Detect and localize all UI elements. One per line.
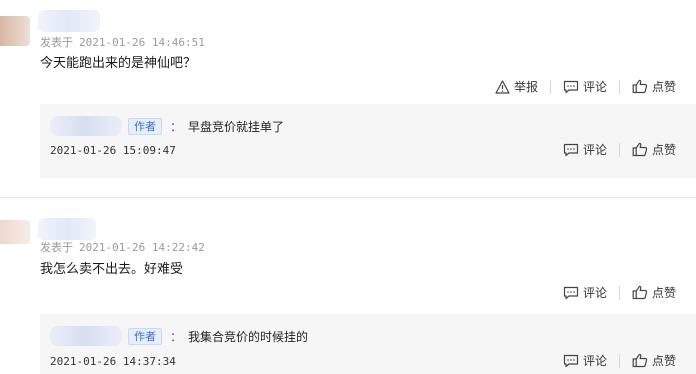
thumbs-up-icon [632, 353, 648, 368]
divider [618, 353, 620, 368]
published-label: 发表于 [40, 241, 73, 254]
reply-header: 作者 ： 我集合竞价的时候挂的 [50, 326, 308, 346]
divider [618, 79, 620, 94]
thumbs-up-icon [632, 285, 648, 300]
comment-button[interactable]: 评论 [563, 78, 607, 95]
published-label: 发表于 [40, 36, 73, 49]
comment-timestamp: 2021-01-26 14:22:42 [79, 241, 205, 254]
avatar[interactable] [0, 16, 30, 46]
reply-colon: ： [170, 119, 183, 134]
report-button[interactable]: 举报 [495, 78, 538, 95]
divider [549, 79, 551, 94]
like-button[interactable]: 点赞 [632, 78, 676, 95]
reply-colon: ： [170, 329, 183, 344]
reply-actions: 评论 点赞 [563, 352, 676, 369]
like-button[interactable]: 点赞 [632, 284, 676, 301]
thumbs-up-icon [632, 142, 648, 157]
comment-bubble-icon [563, 80, 579, 94]
comment-label: 评论 [582, 80, 607, 94]
reply-actions: 评论 点赞 [563, 141, 676, 158]
author-reply: 作者 ： 我集合竞价的时候挂的 2021-01-26 14:37:34 评论 点… [40, 314, 696, 374]
comment-item: 发表于 2021-01-26 14:22:42 我怎么卖不出去。好难受 评论 点赞… [0, 206, 696, 374]
reply-like-button[interactable]: 点赞 [632, 352, 676, 369]
username-blurred[interactable] [38, 10, 100, 32]
like-label: 点赞 [651, 143, 676, 157]
username-blurred[interactable] [38, 218, 96, 240]
comment-actions: 举报 评论 点赞 [495, 78, 676, 95]
reply-comment-button[interactable]: 评论 [563, 141, 607, 158]
author-badge: 作者 [128, 327, 162, 345]
comment-bubble-icon [563, 354, 579, 368]
comment-timestamp: 2021-01-26 14:46:51 [79, 36, 205, 49]
author-reply: 作者 ： 早盘竞价就挂单了 2021-01-26 15:09:47 评论 点赞 [40, 104, 696, 178]
like-label: 点赞 [651, 354, 676, 368]
comment-meta: 发表于 2021-01-26 14:46:51 [40, 34, 205, 50]
comment-divider [0, 197, 696, 198]
thumbs-up-icon [632, 79, 648, 94]
comment-label: 评论 [582, 354, 607, 368]
reply-header: 作者 ： 早盘竞价就挂单了 [50, 116, 284, 136]
comment-bubble-icon [563, 286, 579, 300]
reply-timestamp: 2021-01-26 15:09:47 [50, 144, 176, 157]
reply-timestamp: 2021-01-26 14:37:34 [50, 355, 176, 368]
comment-text: 我怎么卖不出去。好难受 [40, 262, 184, 277]
avatar[interactable] [0, 220, 30, 244]
reply-like-button[interactable]: 点赞 [632, 141, 676, 158]
comment-item: 发表于 2021-01-26 14:46:51 今天能跑出来的是神仙吧？ 举报 评… [0, 0, 696, 198]
comment-meta: 发表于 2021-01-26 14:22:42 [40, 239, 205, 255]
reply-text: 我集合竞价的时候挂的 [188, 329, 309, 344]
reply-username-blurred[interactable] [50, 116, 122, 136]
comment-bubble-icon [563, 143, 579, 157]
like-label: 点赞 [651, 286, 676, 300]
reply-text: 早盘竞价就挂单了 [188, 119, 285, 134]
divider [618, 142, 620, 157]
comment-label: 评论 [582, 143, 607, 157]
comment-label: 评论 [582, 286, 607, 300]
reply-comment-button[interactable]: 评论 [563, 352, 607, 369]
author-badge: 作者 [128, 117, 162, 135]
comment-actions: 评论 点赞 [563, 284, 676, 301]
comment-text: 今天能跑出来的是神仙吧？ [40, 56, 197, 71]
reply-username-blurred[interactable] [50, 326, 122, 346]
report-label: 举报 [513, 80, 538, 94]
comment-button[interactable]: 评论 [563, 284, 607, 301]
like-label: 点赞 [651, 80, 676, 94]
divider [618, 285, 620, 300]
warning-icon [495, 79, 510, 94]
